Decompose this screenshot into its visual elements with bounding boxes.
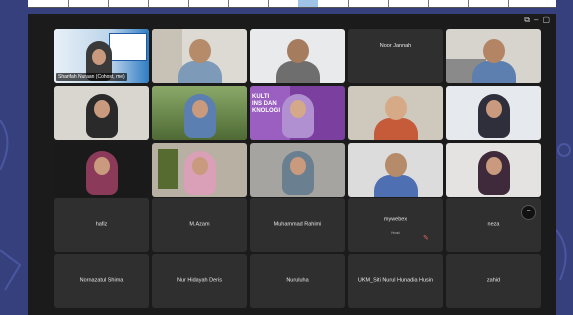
participant-name-tile[interactable]: hafiz [54,198,149,252]
participant-name-tile[interactable]: Nur Hidayah Deris [152,254,247,308]
participant-video[interactable] [348,143,443,197]
top-toolbar-strip [28,0,556,8]
participant-video[interactable]: KULTI INS DAN KNOLOGI [250,86,345,140]
participant-video[interactable] [250,143,345,197]
participant-name-label: Sharifah Nuraan (Cohost, me) [56,73,127,81]
participant-name-tile[interactable]: UKM_Siti Nurul Hunadia Husin [348,254,443,308]
participant-video[interactable] [54,86,149,140]
participant-video[interactable] [250,29,345,83]
meeting-window: ⧉ – ▢ Sharifah Nuraan (Cohost, me) Noor … [28,14,556,315]
participant-video[interactable] [152,143,247,197]
participant-name: Muhammad Rahimi [273,221,322,228]
maximize-icon[interactable]: ▢ [542,16,550,24]
participant-video[interactable] [152,86,247,140]
participant-name-tile[interactable]: zahid [446,254,541,308]
mic-muted-icon: ✎ [423,235,429,242]
minimize-icon[interactable]: – [534,16,538,24]
participant-video[interactable] [152,29,247,83]
participant-name: Nur Hidayah Deris [177,277,222,284]
participant-name: zahid [486,277,501,284]
participant-video[interactable] [348,86,443,140]
window-controls: ⧉ – ▢ [524,16,550,24]
participant-name: M.Azam [189,221,210,228]
grid-layout-icon[interactable]: ⧉ [524,16,530,24]
participant-name: Nuruluha [286,277,309,284]
participant-name: neza [487,221,500,228]
participant-video[interactable] [446,29,541,83]
participant-name-tile[interactable]: Muhammad Rahimi [250,198,345,252]
participant-name: hafiz [95,221,108,228]
participant-name: Noor Jannah [379,43,412,49]
background-banner-text: KULTI INS DAN KNOLOGI [252,94,280,114]
participant-video[interactable] [446,86,541,140]
participant-name: Nornazatul Shima [79,277,124,284]
participant-video[interactable] [54,143,149,197]
participant-name-tile[interactable]: Nuruluha [250,254,345,308]
participant-video[interactable] [446,143,541,197]
participant-name-tile[interactable]: Noor Jannah [348,29,443,83]
more-options-icon[interactable]: − [521,205,536,220]
participant-name: mywebex [383,216,408,223]
participant-name-tile[interactable]: mywebex Host ✎ [348,198,443,252]
participant-name-tile[interactable]: M.Azam [152,198,247,252]
participant-name-tile[interactable]: Nornazatul Shima [54,254,149,308]
participant-tile[interactable]: Sharifah Nuraan (Cohost, me) [54,29,149,83]
participant-name: UKM_Siti Nurul Hunadia Husin [357,277,434,284]
